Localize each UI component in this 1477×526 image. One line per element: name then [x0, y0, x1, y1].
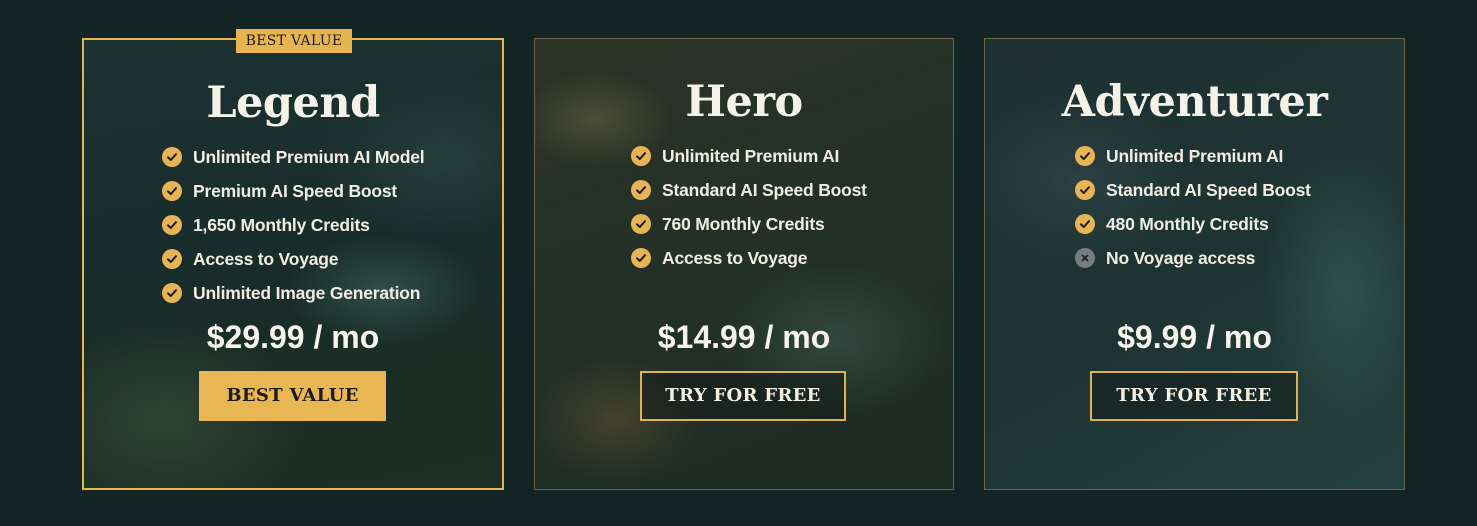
cross-icon: [1075, 248, 1095, 268]
check-icon: [162, 147, 182, 167]
check-icon: [631, 180, 651, 200]
plan-card-legend: BEST VALUE Legend Unlimited Premium AI M…: [82, 29, 504, 490]
feature-item: Standard AI Speed Boost: [631, 173, 867, 207]
feature-item: Unlimited Premium AI: [1075, 139, 1311, 173]
plan-price: $9.99 / mo: [1117, 319, 1272, 355]
feature-item: 480 Monthly Credits: [1075, 207, 1311, 241]
try-for-free-button[interactable]: TRY FOR FREE: [1090, 371, 1298, 421]
feature-list: Unlimited Premium AI Standard AI Speed B…: [631, 139, 867, 275]
best-value-badge: BEST VALUE: [236, 29, 352, 53]
feature-item: Access to Voyage: [162, 242, 424, 276]
feature-label: Unlimited Premium AI: [1106, 145, 1284, 166]
plan-title: Adventurer: [1061, 77, 1328, 127]
feature-item: Unlimited Premium AI: [631, 139, 867, 173]
feature-item: 1,650 Monthly Credits: [162, 208, 424, 242]
feature-label: 1,650 Monthly Credits: [193, 214, 370, 235]
feature-label: Standard AI Speed Boost: [1106, 179, 1311, 200]
check-icon: [162, 283, 182, 303]
plan-price: $29.99 / mo: [206, 319, 380, 355]
feature-item: Unlimited Premium AI Model: [162, 140, 425, 174]
check-icon: [1075, 214, 1095, 234]
feature-label: Standard AI Speed Boost: [662, 179, 867, 200]
feature-label: Unlimited Premium AI Model: [193, 146, 425, 167]
feature-list: Unlimited Premium AI Standard AI Speed B…: [1075, 139, 1311, 275]
feature-item: Standard AI Speed Boost: [1075, 173, 1311, 207]
check-icon: [162, 215, 182, 235]
feature-item: Unlimited Image Generation: [162, 276, 424, 310]
feature-label: 760 Monthly Credits: [662, 213, 825, 234]
check-icon: [1075, 180, 1095, 200]
check-icon: [162, 249, 182, 269]
feature-label: 480 Monthly Credits: [1106, 213, 1269, 234]
feature-label: Access to Voyage: [662, 247, 808, 268]
check-icon: [1075, 146, 1095, 166]
feature-item: 760 Monthly Credits: [631, 207, 867, 241]
plan-card-hero: Hero Unlimited Premium AI Standard AI Sp…: [534, 38, 954, 490]
feature-label: No Voyage access: [1106, 247, 1256, 268]
best-value-button[interactable]: BEST VALUE: [199, 371, 386, 421]
try-for-free-button[interactable]: TRY FOR FREE: [640, 371, 846, 421]
feature-label: Premium AI Speed Boost: [193, 180, 398, 201]
feature-label: Unlimited Premium AI: [662, 145, 840, 166]
check-icon: [631, 248, 651, 268]
feature-list: Unlimited Premium AI Model Premium AI Sp…: [162, 140, 425, 310]
plan-card-adventurer: Adventurer Unlimited Premium AI Standard…: [984, 38, 1405, 490]
plan-title: Legend: [206, 78, 380, 128]
check-icon: [162, 181, 182, 201]
check-icon: [631, 146, 651, 166]
plan-title: Hero: [685, 77, 803, 127]
feature-label: Access to Voyage: [193, 248, 339, 269]
feature-item: Premium AI Speed Boost: [162, 174, 424, 208]
feature-label: Unlimited Image Generation: [193, 282, 421, 303]
plan-price: $14.99 / mo: [657, 319, 831, 355]
feature-item: Access to Voyage: [631, 241, 867, 275]
check-icon: [631, 214, 651, 234]
feature-item: No Voyage access: [1075, 241, 1311, 275]
